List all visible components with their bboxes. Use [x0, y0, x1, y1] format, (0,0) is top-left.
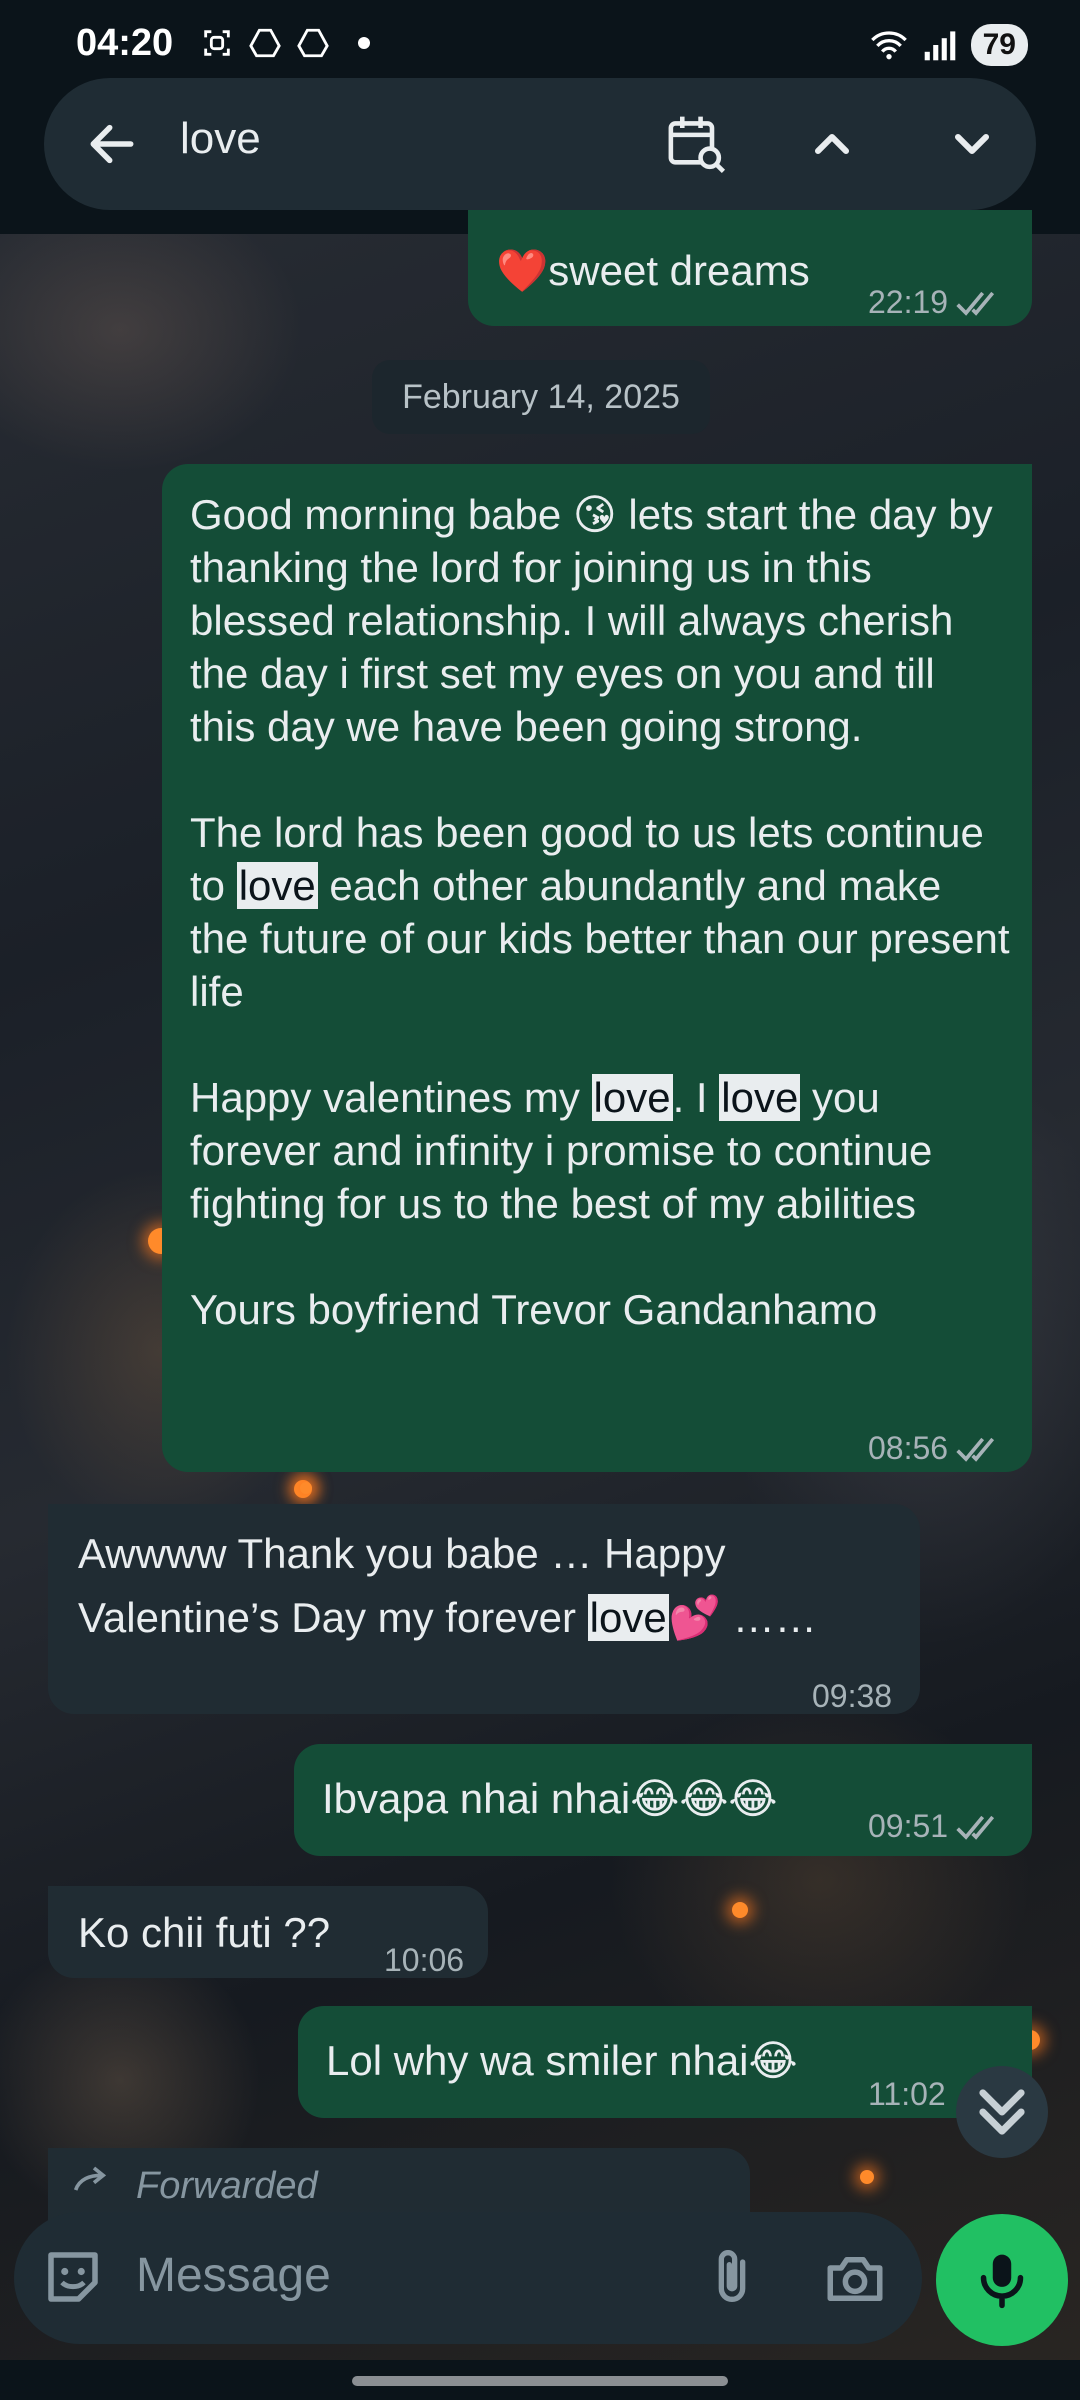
screenshot-icon [204, 30, 230, 56]
home-gesture-bar[interactable] [352, 2376, 728, 2386]
attach-icon[interactable] [700, 2246, 764, 2310]
message-outgoing[interactable]: Ibvapa nhai nhai😂😂😂 09:51 [294, 1744, 1032, 1856]
double-chevron-down-icon [979, 2089, 1025, 2135]
search-highlight: love [719, 1074, 801, 1121]
message-text: …… [721, 1594, 817, 1641]
chevron-down-icon[interactable] [944, 116, 1000, 172]
message-time: 09:51 [868, 1808, 949, 1844]
search-bar[interactable]: love [44, 78, 1036, 210]
forwarded-label: Forwarded [136, 2165, 318, 2207]
drive-icon [297, 28, 329, 58]
laughing-emoji: 😂 [748, 2036, 798, 2085]
message-composer[interactable]: Message [14, 2212, 922, 2344]
kiss-emoji: 😘 [572, 490, 617, 539]
message-time: 08:56 [868, 1430, 949, 1466]
search-highlight: love [591, 1074, 673, 1121]
camera-icon[interactable] [822, 2246, 888, 2312]
message-input[interactable]: Message [136, 2248, 331, 2303]
signal-icon [924, 31, 955, 61]
status-bar: 04:20 79 [0, 0, 1080, 78]
drive-icon [249, 28, 281, 58]
scroll-to-bottom-button[interactable] [956, 2066, 1048, 2158]
message-outgoing[interactable]: ❤️sweet dreams 22:19 [468, 210, 1032, 326]
message-time: 09:38 [812, 1678, 893, 1714]
mic-button[interactable] [936, 2214, 1068, 2346]
forward-icon [73, 2166, 107, 2191]
calendar-search-icon[interactable] [664, 112, 728, 176]
chevron-up-icon[interactable] [804, 116, 860, 172]
message-text: Lol why wa smiler nhai [326, 2037, 749, 2084]
message-text: sweet dreams [548, 247, 810, 294]
wifi-icon [870, 31, 907, 60]
read-ticks-icon [956, 291, 995, 316]
read-ticks-icon [956, 1815, 995, 1840]
system-nav-bar [0, 2360, 1080, 2400]
laughing-emoji: 😂😂😂 [630, 1774, 778, 1823]
message-time: 11:02 [868, 2076, 946, 2112]
status-time: 04:20 [76, 22, 174, 64]
read-ticks-icon [956, 1437, 995, 1462]
search-input[interactable]: love [180, 114, 261, 164]
two-hearts-emoji: 💕 [668, 1593, 722, 1642]
message-text: Happy valentines my [190, 1074, 592, 1121]
back-arrow-icon[interactable] [84, 116, 140, 172]
mic-icon [980, 2254, 1024, 2309]
search-highlight: love [587, 1594, 669, 1641]
search-highlight: love [236, 862, 318, 909]
message-text: Ibvapa nhai nhai [322, 1775, 631, 1822]
message-text: Good morning babe [190, 491, 573, 538]
sticker-icon[interactable] [40, 2244, 106, 2310]
message-outgoing[interactable]: Good morning babe 😘 lets start the day b… [162, 464, 1032, 1472]
message-time: 22:19 [868, 284, 949, 320]
message-incoming[interactable]: Awwww Thank you babe … Happy Valentine’s… [48, 1504, 920, 1714]
notification-dot [358, 37, 370, 49]
message-time: 10:06 [384, 1942, 465, 1978]
message-text: . I [672, 1074, 720, 1121]
message-paragraph: Happy valentines my love. I love you for… [190, 1071, 1010, 1230]
wallpaper-light [732, 1902, 748, 1918]
date-chip: February 14, 2025 [372, 360, 710, 434]
message-incoming[interactable]: Ko chii futi ?? 10:06 [48, 1886, 488, 1978]
battery-icon: 79 [970, 24, 1028, 66]
message-paragraph: Yours boyfriend Trevor Gandanhamo [190, 1286, 878, 1333]
message-paragraph: Good morning babe 😘 lets start the day b… [190, 488, 1010, 753]
wallpaper-light [300, 1482, 312, 1494]
heart-emoji: ❤️ [496, 246, 549, 295]
wallpaper-light [860, 2170, 874, 2184]
message-paragraph: The lord has been good to us lets contin… [190, 806, 1010, 1018]
message-outgoing[interactable]: Lol why wa smiler nhai😂 11:02 [298, 2006, 1032, 2118]
message-text: Ko chii futi ?? [78, 1909, 331, 1956]
